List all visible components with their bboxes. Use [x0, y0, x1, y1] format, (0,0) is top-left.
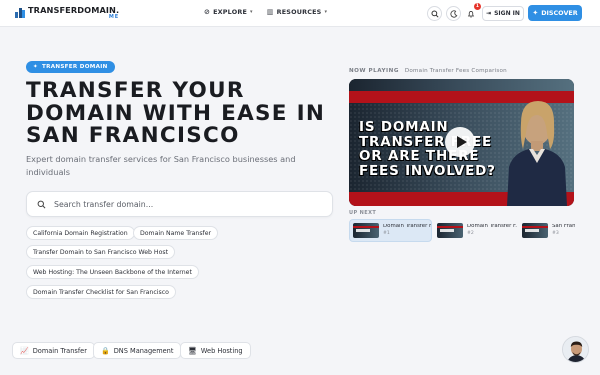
- related-chip[interactable]: Domain Transfer Checklist for San Franci…: [26, 285, 176, 299]
- search-button[interactable]: [427, 6, 442, 21]
- video-thumbnail: [353, 223, 379, 238]
- video-player[interactable]: IS DOMAIN TRANSFER FREE OR ARE THERE FEE…: [349, 79, 574, 206]
- now-playing-tag: NOW PLAYING: [349, 68, 399, 74]
- related-chip[interactable]: Web Hosting: The Unseen Backbone of the …: [26, 265, 199, 279]
- chart-icon: 📈: [20, 346, 29, 355]
- logo-text: TRANSFERDOMAIN.: [28, 5, 120, 15]
- main-nav: ⊘ EXPLORE ▾ ▥ RESOURCES ▾: [204, 8, 327, 16]
- now-playing-label: NOW PLAYING Domain Transfer Fees Compari…: [349, 68, 507, 74]
- play-icon: [456, 136, 467, 148]
- bell-icon: [467, 10, 474, 17]
- up-next-title: Domain Transfer F...: [467, 224, 517, 229]
- tag-domain-transfer[interactable]: 📈 Domain Transfer: [12, 342, 95, 359]
- sign-in-label: SIGN IN: [494, 10, 520, 17]
- up-next-item[interactable]: Domain Transfer F... #1: [349, 219, 432, 242]
- discover-button[interactable]: ✦ DISCOVER: [528, 5, 582, 21]
- avatar-image: [563, 337, 588, 362]
- tag-web-hosting[interactable]: 🖥 Web Hosting: [180, 342, 251, 359]
- sparkle-icon: ✦: [532, 9, 539, 17]
- notifications-button[interactable]: 1: [463, 3, 481, 21]
- top-header: TRANSFERDOMAIN. ME ⊘ EXPLORE ▾ ▥ RESOURC…: [0, 0, 600, 27]
- page-subtitle: Expert domain transfer services for San …: [26, 154, 296, 177]
- presenter-image: [507, 101, 567, 206]
- books-icon: ▥: [266, 8, 274, 16]
- user-avatar[interactable]: [562, 336, 589, 363]
- monitor-icon: 🖥: [188, 346, 197, 355]
- category-pill[interactable]: ✦ TRANSFER DOMAIN: [26, 61, 115, 73]
- lock-icon: 🔒: [101, 346, 110, 355]
- up-next-number: #3: [552, 231, 559, 237]
- chevron-down-icon: ▾: [250, 9, 253, 15]
- sparkle-icon: ✦: [33, 64, 38, 70]
- tag-label: DNS Management: [113, 346, 174, 355]
- site-logo[interactable]: TRANSFERDOMAIN. ME: [15, 6, 119, 20]
- nav-resources[interactable]: ▥ RESOURCES ▾: [267, 8, 327, 16]
- search-box: [26, 191, 333, 217]
- nav-resources-label: RESOURCES: [276, 8, 322, 16]
- video-thumbnail: [522, 223, 548, 238]
- discover-label: DISCOVER: [541, 9, 578, 17]
- nav-explore[interactable]: ⊘ EXPLORE ▾: [204, 8, 253, 16]
- related-chip[interactable]: Transfer Domain to San Francisco Web Hos…: [26, 245, 176, 259]
- compass-icon: ⊘: [204, 8, 211, 16]
- up-next-item[interactable]: San Franc... #3: [519, 219, 575, 242]
- tag-label: Web Hosting: [200, 346, 243, 355]
- up-next-number: #1: [383, 231, 390, 237]
- up-next-item[interactable]: Domain Transfer F... #2: [434, 219, 517, 242]
- chevron-down-icon: ▾: [324, 9, 328, 15]
- logo-bars-icon: [15, 8, 25, 18]
- up-next-title: Domain Transfer F...: [383, 224, 431, 229]
- search-icon: [37, 200, 46, 208]
- sign-in-icon: ⇥: [486, 10, 492, 17]
- related-chip[interactable]: Domain Name Transfer: [133, 226, 219, 240]
- now-playing-title: Domain Transfer Fees Comparison: [404, 68, 507, 74]
- tag-dns-management[interactable]: 🔒 DNS Management: [93, 342, 182, 359]
- search-input[interactable]: [54, 199, 314, 209]
- category-pill-label: TRANSFER DOMAIN: [42, 64, 108, 70]
- theme-toggle-button[interactable]: [446, 6, 461, 21]
- up-next-number: #2: [467, 231, 474, 237]
- nav-explore-label: EXPLORE: [213, 8, 248, 16]
- play-button[interactable]: [445, 127, 475, 157]
- tag-label: Domain Transfer: [32, 346, 87, 355]
- up-next-title: San Franc...: [552, 224, 575, 229]
- video-caption: IS DOMAIN TRANSFER FREE OR ARE THERE FEE…: [359, 119, 496, 179]
- page-title: TRANSFER YOUR DOMAIN WITH EASE IN SAN FR…: [26, 78, 326, 148]
- video-thumbnail: [437, 223, 463, 238]
- up-next-label: UP NEXT: [349, 210, 377, 216]
- moon-icon: [449, 9, 457, 18]
- logo-subtext: ME: [108, 14, 120, 21]
- related-chip[interactable]: California Domain Registration: [26, 226, 135, 240]
- sign-in-button[interactable]: ⇥ SIGN IN: [482, 6, 524, 21]
- notification-badge: 1: [474, 3, 481, 10]
- search-icon: [430, 9, 439, 18]
